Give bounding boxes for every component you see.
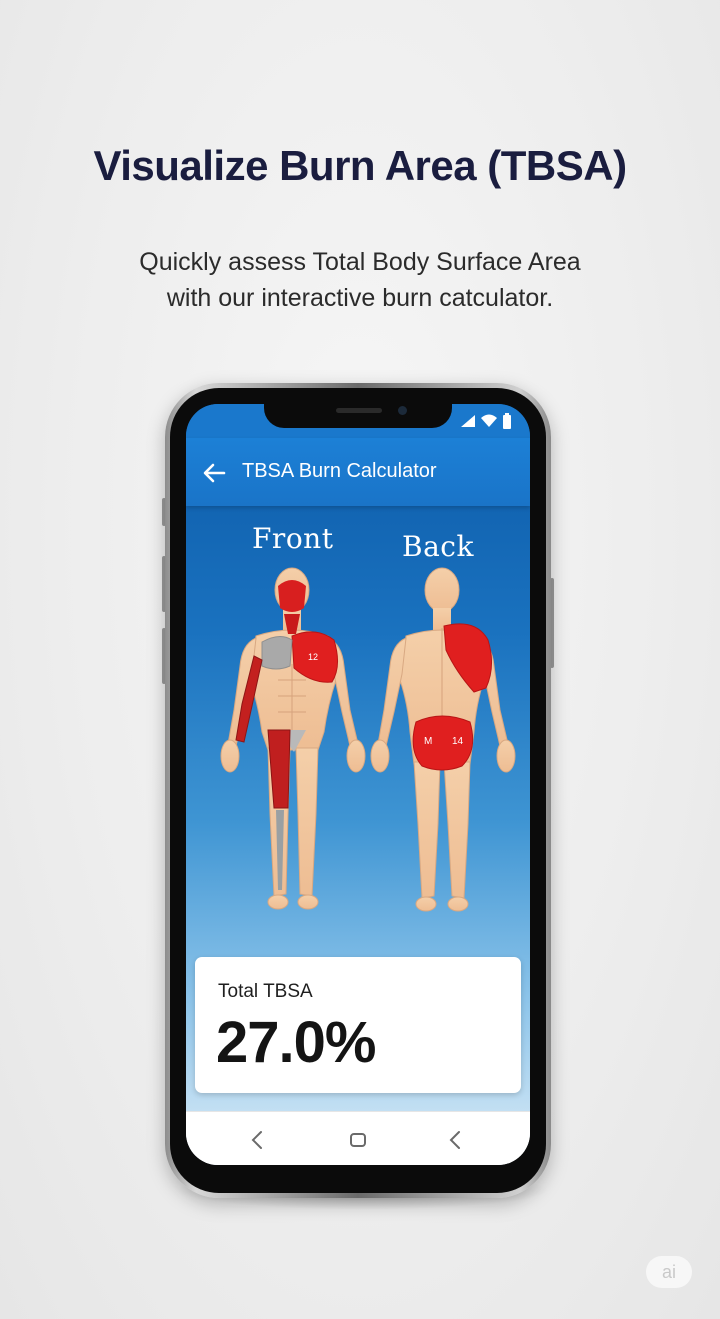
subline-line-1: Quickly assess Total Body Surface Area bbox=[139, 248, 581, 276]
front-chest-badge: 12 bbox=[308, 652, 318, 662]
body-map: 12 M 14 bbox=[220, 567, 516, 912]
recents-chevron-icon bbox=[449, 1131, 460, 1149]
back-buttocks-burn[interactable] bbox=[412, 715, 474, 771]
front-head-burn[interactable] bbox=[278, 580, 306, 612]
subline-line-2: with our interactive burn catculator. bbox=[166, 284, 554, 312]
page-headline: Visualize Burn Area (TBSA) bbox=[93, 142, 627, 189]
back-buttock-left-badge: M bbox=[424, 736, 432, 747]
nav-recents-button[interactable] bbox=[440, 1124, 472, 1156]
nav-home-button[interactable] bbox=[342, 1124, 374, 1156]
back-buttock-right-badge: 14 bbox=[452, 736, 464, 747]
page-subheadline: Quickly assess Total Body Surface Area w… bbox=[0, 244, 720, 316]
back-chevron-icon bbox=[251, 1131, 262, 1149]
system-nav-bar bbox=[186, 1111, 530, 1165]
ai-watermark: ai bbox=[646, 1256, 692, 1288]
total-tbsa-card: Total TBSA 27.0% bbox=[195, 957, 521, 1093]
total-tbsa-value: 27.0% bbox=[216, 1010, 376, 1075]
front-right-chest-grey[interactable] bbox=[261, 636, 293, 670]
home-square-icon bbox=[350, 1133, 366, 1147]
nav-back-button[interactable] bbox=[242, 1124, 274, 1156]
phone-screen: TBSA Burn Calculator Front Back 12 M 14 … bbox=[186, 404, 530, 1165]
total-tbsa-label: Total TBSA bbox=[218, 981, 313, 1002]
